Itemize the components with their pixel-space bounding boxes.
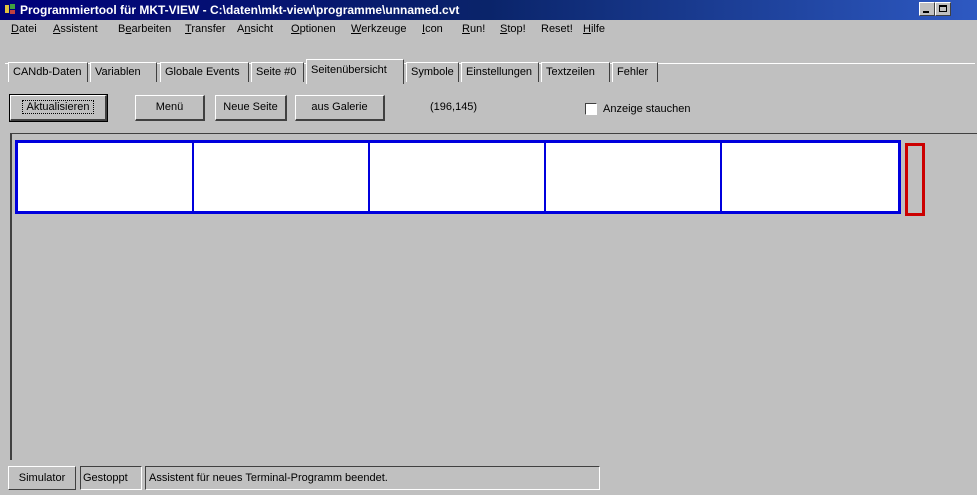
maximize-button[interactable] [935, 2, 951, 16]
tab-seite-0[interactable]: Seite #0 [251, 62, 304, 82]
page-thumbnail[interactable] [194, 143, 370, 211]
window-title: Programmiertool für MKT-VIEW - C:\daten\… [20, 3, 460, 17]
simulator-label: Simulator [18, 472, 66, 484]
menu-stop[interactable]: Stop! [500, 23, 526, 35]
status-message: Assistent für neues Terminal-Programm be… [145, 466, 600, 490]
menu-ansicht[interactable]: Ansicht [237, 23, 273, 35]
simulator-state: Gestoppt [80, 466, 142, 490]
menu-bearbeiten[interactable]: Bearbeiten [118, 23, 171, 35]
tab-einstellungen[interactable]: Einstellungen [461, 62, 539, 82]
tab-bar: CANdb-Daten Variablen Globale Events Seite … [0, 40, 977, 88]
menu-run[interactable]: Run! [462, 23, 485, 35]
from-gallery-button-label: aus Galerie [311, 101, 368, 113]
menu-icon[interactable]: Icon [422, 23, 443, 35]
compress-display-label: Anzeige stauchen [603, 103, 691, 115]
tab-candb-daten[interactable]: CANdb-Daten [8, 62, 88, 82]
cursor-coordinates: (196,145) [430, 101, 478, 113]
menu-werkzeuge[interactable]: Werkzeuge [351, 23, 406, 35]
window-controls [915, 2, 975, 18]
tab-textzeilen[interactable]: Textzeilen [541, 62, 610, 82]
menu-optionen[interactable]: Optionen [291, 23, 336, 35]
tab-seitenübersicht[interactable]: Seitenübersicht [306, 59, 404, 84]
new-page-button[interactable]: Neue Seite [215, 95, 287, 121]
page-thumbnail[interactable] [546, 143, 722, 211]
menu-button[interactable]: Menü [135, 95, 205, 121]
new-page-button-label: Neue Seite [223, 101, 278, 113]
menu-bar: Datei Assistent Bearbeiten Transfer Ansicht O… [0, 20, 977, 40]
menu-datei[interactable]: Datei [11, 23, 37, 35]
status-bar: Simulator Gestoppt Assistent für neues T… [0, 462, 977, 495]
menu-reset[interactable]: Reset! [541, 23, 573, 35]
status-message-text: Assistent für neues Terminal-Programm be… [149, 472, 388, 484]
page-strip [15, 140, 901, 214]
page-thumbnail[interactable] [722, 143, 898, 211]
refresh-button-label: Aktualisieren [21, 100, 95, 114]
tab-variablen[interactable]: Variablen [90, 62, 157, 82]
title-bar: Programmiertool für MKT-VIEW - C:\daten\… [0, 0, 977, 20]
menu-assistent[interactable]: Assistent [53, 23, 98, 35]
menu-hilfe[interactable]: Hilfe [583, 23, 605, 35]
page-overview-canvas[interactable] [10, 133, 977, 460]
simulator-button[interactable]: Simulator [8, 466, 76, 490]
tab-fehler[interactable]: Fehler [612, 62, 658, 82]
from-gallery-button[interactable]: aus Galerie [295, 95, 385, 121]
app-icon [5, 4, 15, 14]
compress-display-checkbox[interactable] [585, 103, 597, 115]
page-toolbar: Aktualisieren Menü Neue Seite aus Galeri… [9, 94, 975, 125]
page-thumbnail[interactable] [18, 143, 194, 211]
page-thumbnail[interactable] [370, 143, 546, 211]
tab-symbole[interactable]: Symbole [406, 62, 459, 82]
menu-transfer[interactable]: Transfer [185, 23, 226, 35]
menu-button-label: Menü [155, 101, 184, 113]
tab-globale-events[interactable]: Globale Events [160, 62, 249, 82]
insert-position-marker [905, 143, 925, 216]
minimize-button[interactable] [919, 2, 935, 16]
simulator-state-label: Gestoppt [83, 472, 128, 484]
refresh-button[interactable]: Aktualisieren [9, 94, 108, 122]
